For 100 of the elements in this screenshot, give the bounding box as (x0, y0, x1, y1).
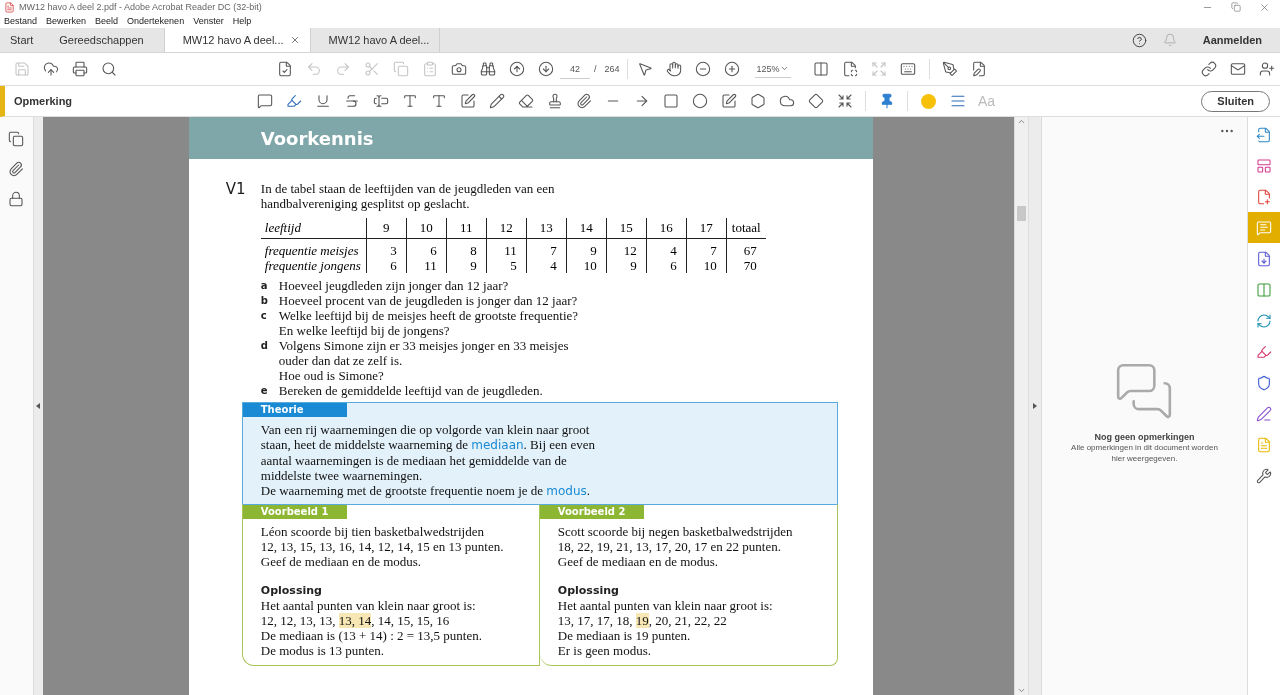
table-cell: 8 (446, 238, 487, 258)
scroll-thumb[interactable] (1017, 206, 1026, 221)
mail-icon[interactable] (1230, 61, 1247, 77)
pages-icon[interactable] (8, 131, 25, 147)
pen-icon[interactable] (942, 61, 959, 77)
tab[interactable]: Start (0, 28, 44, 52)
theory-label: Theorie (242, 403, 347, 417)
color-picker[interactable] (921, 93, 936, 109)
menu-item[interactable]: Venster (193, 16, 224, 26)
scroll-down-icon[interactable] (1017, 686, 1026, 695)
table-cell: 9 (606, 258, 647, 273)
add-user-icon[interactable] (1259, 61, 1276, 77)
example-label: Voorbeeld 2 (539, 505, 644, 519)
text-box-icon[interactable] (459, 93, 476, 109)
menu-item[interactable]: Beeld (95, 16, 119, 26)
menu-item[interactable]: Bestand (4, 16, 38, 26)
rectangle-icon[interactable] (662, 93, 679, 109)
menu-item[interactable]: Bewerken (46, 16, 87, 26)
table-cell: 10 (686, 258, 727, 273)
document-icon (1256, 436, 1272, 453)
table-cell: 11 (486, 238, 527, 258)
menu-item[interactable]: Ondertekenen (127, 16, 185, 26)
document-check-icon[interactable] (276, 61, 293, 77)
exercise-text: In de tabel staan de leeftijden van de jeugdleden van een handbalvereniging gesplitst op geslacht. (260, 181, 556, 211)
cloud-icon[interactable] (778, 93, 795, 109)
eraser-icon[interactable] (517, 93, 534, 109)
table-cell: 3 (366, 238, 407, 258)
table-cell: 6 (406, 238, 447, 258)
close-button[interactable]: Sluiten (1201, 90, 1270, 112)
arrow-down-icon[interactable] (537, 61, 554, 77)
pencil-icon[interactable] (488, 93, 505, 109)
table-cell: 4 (646, 238, 687, 258)
line-width-icon[interactable] (949, 93, 966, 109)
hexagon-icon[interactable] (749, 93, 766, 109)
page-total: 264 (604, 64, 620, 74)
document-scan-icon[interactable] (842, 61, 859, 77)
note-icon[interactable] (256, 93, 273, 109)
example-text: Léon scoorde bij tien basketbalwedstrijden 12, 13, 15, 13, 16, 14, 12, 14, 15 en 13 punten. Geef de mediaan en de modus. (260, 524, 505, 569)
sign-in-link[interactable]: Aanmelden (1202, 34, 1262, 46)
help-icon[interactable] (1131, 32, 1147, 48)
solution-text: Het aantal punten van klein naar groot is: 13, 17, 17, 18, 19, 20, 21, 22, 22 De mediaan is 19 punten. Er is geen modus. (557, 598, 774, 658)
question-label: d (260, 339, 269, 353)
collapse-right-icon[interactable] (1032, 403, 1037, 409)
link-icon[interactable] (1201, 61, 1218, 77)
tab[interactable]: Gereedschappen (43, 28, 164, 52)
paperclip-icon[interactable] (575, 93, 592, 109)
solution-title: Oplossing (557, 583, 620, 598)
question-label: e (260, 384, 269, 398)
table-cell: 6 (646, 258, 687, 273)
table-header-cell: leeftijd (260, 218, 367, 239)
keyboard-icon[interactable] (900, 61, 917, 77)
example-label: Voorbeeld 1 (242, 505, 347, 519)
strikethrough-icon[interactable] (343, 93, 360, 109)
camera-icon[interactable] (450, 61, 467, 77)
cloud-upload-icon[interactable] (42, 61, 59, 77)
hand-icon[interactable] (666, 61, 683, 77)
solution-title: Oplossing (260, 583, 323, 598)
lock-icon[interactable] (8, 191, 25, 207)
arrow-up-icon[interactable] (508, 61, 525, 77)
table-cell: 7 (686, 238, 727, 258)
table-cell: 5 (486, 258, 527, 273)
pointer-icon[interactable] (637, 61, 654, 77)
scroll-up-icon[interactable] (1017, 117, 1026, 126)
table-header-cell: 17 (686, 218, 727, 239)
table-header-cell: 16 (646, 218, 687, 239)
table-header-cell: 11 (446, 218, 487, 239)
fit-page-icon[interactable] (813, 61, 830, 77)
table-cell: frequentie meisjes (260, 238, 367, 258)
page-number-field[interactable]: 42 (560, 59, 590, 79)
table-header-cell: 10 (406, 218, 447, 239)
stamp-icon[interactable] (546, 93, 563, 109)
example-text: Scott scoorde bij negen basketbalwedstrijden 18, 22, 19, 21, 13, 17, 20, 17 en 22 punten. Geef de mediaan en de modus. (557, 524, 794, 569)
binoculars-icon[interactable] (479, 61, 496, 77)
highlighter-icon[interactable] (285, 93, 302, 109)
question-text: Volgens Simone zijn er 33 meisjes jonger en 33 meisjes ouder dan dat ze zelf is. Hoe oud is Simone? (278, 338, 569, 383)
toolbar-title: Opmerking (14, 95, 74, 107)
tab[interactable]: MW12 havo A deel... (163, 28, 311, 52)
table-header-cell: 14 (566, 218, 607, 239)
close-tab-icon[interactable] (289, 35, 300, 45)
scrollbar[interactable] (1014, 117, 1028, 695)
zoom-out-icon[interactable] (695, 61, 712, 77)
print-icon[interactable] (71, 61, 88, 77)
close-icon[interactable] (1259, 1, 1270, 13)
zoom-field[interactable]: 125% (754, 60, 791, 78)
document-edit-icon[interactable] (971, 61, 988, 77)
polygon-icon[interactable] (807, 93, 824, 109)
circle-icon[interactable] (691, 93, 708, 109)
insert-text-icon[interactable] (401, 93, 418, 109)
shrink-icon[interactable] (836, 93, 853, 109)
question-label: c (260, 309, 268, 323)
caret-icon (779, 64, 789, 73)
tab[interactable]: MW12 havo A deel... (310, 28, 441, 52)
underline-icon[interactable] (314, 93, 331, 109)
callout-icon[interactable] (720, 93, 737, 109)
paperclip-icon[interactable] (8, 161, 25, 177)
text-icon[interactable] (430, 93, 447, 109)
menu-item[interactable]: Help (232, 16, 252, 26)
search-icon[interactable] (100, 61, 117, 77)
replace-text-icon[interactable] (372, 93, 389, 109)
zoom-in-icon[interactable] (724, 61, 741, 77)
